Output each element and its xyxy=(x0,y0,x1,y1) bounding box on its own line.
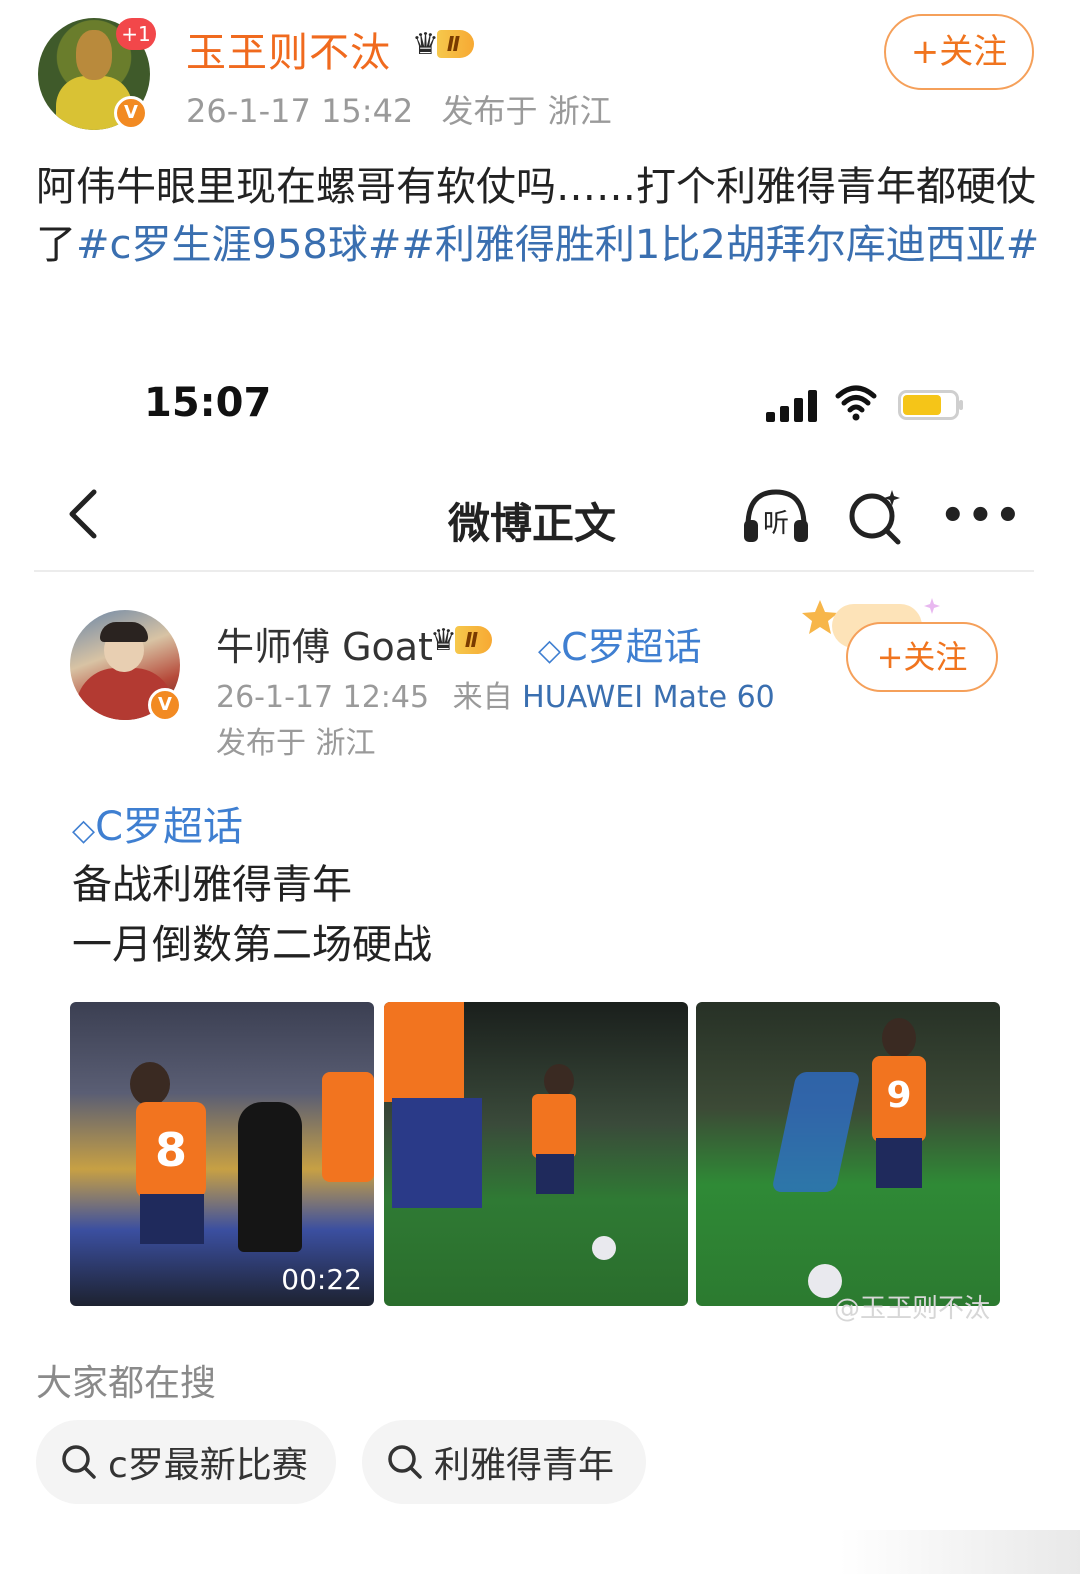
hashtag-link[interactable]: #利雅得胜利1比2胡拜尔库迪西亚# xyxy=(401,222,1039,268)
training-equipment xyxy=(771,1072,861,1192)
source-prefix: 来自 xyxy=(452,680,513,715)
player-shorts xyxy=(140,1194,204,1244)
hot-search-title: 大家都在搜 xyxy=(36,1363,217,1404)
avatar-face xyxy=(76,30,112,80)
coach-figure xyxy=(238,1102,302,1252)
embedded-text-line: 一月倒数第二场硬战 xyxy=(72,922,432,968)
hot-search-chip-label: c罗最新比赛 xyxy=(108,1445,308,1486)
search-icon xyxy=(62,1445,96,1479)
embedded-meta: 26-1-17 12:45 来自 HUAWEI Mate 60 xyxy=(216,672,775,716)
player-head xyxy=(544,1064,574,1098)
level-label: Ⅱ xyxy=(454,626,493,654)
post-text: 阿伟牛眼里现在螺哥有软仗吗……打个利雅得青年都硬仗了#c罗生涯958球##利雅得… xyxy=(36,158,1046,274)
more-dots-icon[interactable]: ••• xyxy=(940,496,1023,536)
diamond-icon: ◇ xyxy=(538,633,562,668)
signal-icon xyxy=(766,388,822,422)
embedded-author-name[interactable]: 牛师傅 Goat xyxy=(216,616,433,671)
player-bib: 8 xyxy=(136,1102,206,1198)
video-duration: 00:22 xyxy=(281,1263,362,1296)
wifi-icon xyxy=(835,385,877,421)
video-thumbnail[interactable]: 8 00:22 xyxy=(70,1002,374,1306)
hashtag-link[interactable]: #c罗生涯958球# xyxy=(76,222,401,268)
diamond-icon: ◇ xyxy=(72,813,96,848)
post-location: 发布于 浙江 xyxy=(441,92,612,130)
player-head xyxy=(130,1062,170,1106)
post-header: +1 V 玉玊则不汰 ♛ Ⅱ 26-1-17 15:42 发布于 浙江 +关注 xyxy=(0,0,1080,140)
verified-icon: V xyxy=(114,96,148,130)
level-badge: ♛ Ⅱ xyxy=(412,26,475,62)
player-bib-blur xyxy=(384,1002,464,1102)
search-sparkle-icon[interactable] xyxy=(844,486,906,546)
headphones-listen-icon[interactable]: 听 xyxy=(740,486,812,546)
post-meta: 26-1-17 15:42 发布于 浙江 xyxy=(186,86,612,132)
svg-text:听: 听 xyxy=(763,509,789,539)
topic-label: C罗超话 xyxy=(95,804,244,850)
battery-icon xyxy=(898,390,963,420)
player-bib xyxy=(532,1094,576,1158)
image-watermark: @玉玊则不汰 xyxy=(834,1294,991,1324)
divider xyxy=(34,570,1034,572)
hot-search-chip-label: 利雅得青年 xyxy=(434,1445,615,1486)
crown-icon: ♛ xyxy=(412,26,439,62)
photo-thumbnail[interactable] xyxy=(384,1002,688,1306)
verified-icon: V xyxy=(148,688,182,722)
device-link[interactable]: HUAWEI Mate 60 xyxy=(522,680,775,715)
nav-title: 微博正文 xyxy=(448,499,617,548)
player-shorts xyxy=(536,1154,574,1194)
super-topic-label: C罗超话 xyxy=(561,625,702,669)
photo-thumbnail[interactable]: 9 xyxy=(696,1002,1000,1306)
player-shorts xyxy=(876,1138,922,1188)
embedded-location: 发布于 浙江 xyxy=(216,726,376,761)
avatar-hair xyxy=(100,622,148,642)
page-watermark xyxy=(840,1530,1080,1574)
hot-search-chip[interactable]: 利雅得青年 xyxy=(362,1420,646,1504)
hot-search-chip[interactable]: c罗最新比赛 xyxy=(36,1420,336,1504)
embedded-timestamp: 26-1-17 12:45 xyxy=(216,680,430,715)
level-label: Ⅱ xyxy=(436,30,475,58)
player-shorts-blur xyxy=(392,1098,482,1208)
football xyxy=(592,1236,616,1260)
embedded-text-line: 备战利雅得青年 xyxy=(72,862,352,908)
crown-icon: ♛ xyxy=(430,622,457,658)
player-bib-side xyxy=(322,1072,374,1182)
chevron-left-icon[interactable] xyxy=(58,484,108,544)
super-topic-link[interactable]: ◇C罗超话 xyxy=(538,616,702,671)
search-icon xyxy=(388,1445,422,1479)
status-bar-time: 15:07 xyxy=(144,380,272,426)
embedded-topic-link[interactable]: ◇C罗超话 xyxy=(72,794,243,852)
author-name[interactable]: 玉玊则不汰 xyxy=(186,20,391,78)
notification-badge: +1 xyxy=(116,18,156,50)
follow-button[interactable]: +关注 xyxy=(884,14,1034,90)
level-badge: ♛ Ⅱ xyxy=(430,622,493,658)
player-bib: 9 xyxy=(872,1056,926,1142)
embedded-follow-button[interactable]: +关注 xyxy=(846,622,998,692)
post-timestamp: 26-1-17 15:42 xyxy=(186,92,414,130)
player-head xyxy=(882,1018,916,1058)
